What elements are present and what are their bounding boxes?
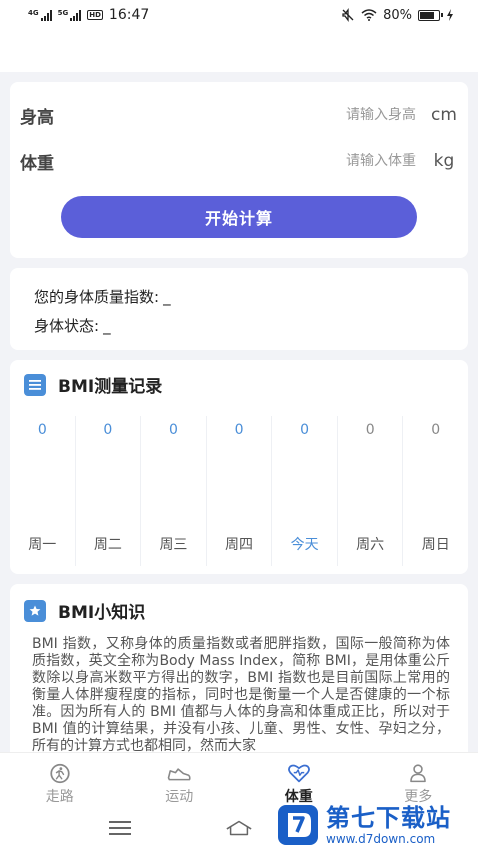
menu-nav-button[interactable] <box>106 816 134 840</box>
day-column: 0 周六 <box>338 416 404 566</box>
day-name: 周三 <box>159 537 188 553</box>
tab-sport[interactable]: 运动 <box>120 753 240 806</box>
person-icon <box>410 764 427 783</box>
record-header: BMI测量记录 <box>24 372 162 397</box>
list-icon <box>24 373 46 396</box>
status-left: 4G 5G HD 16:47 <box>28 7 149 23</box>
star-badge-icon <box>24 599 46 622</box>
day-column: 0 周二 <box>76 416 142 566</box>
result-card: 您的身体质量指数: _ 身体状态: _ <box>10 268 468 350</box>
knowledge-title: BMI小知识 <box>58 603 146 623</box>
mute-icon <box>342 8 354 22</box>
watermark-logo <box>278 805 318 845</box>
day-column: 0 周三 <box>141 416 207 566</box>
status-right: 80% <box>341 8 454 23</box>
bmi-result-line: 您的身体质量指数: _ <box>34 286 171 307</box>
watermark-site-name: 第七下载站 <box>326 804 451 832</box>
watermark: 第七下载站 www.d7down.com <box>278 800 474 850</box>
signal-icon: 5G <box>58 9 82 21</box>
day-column: 0 周日 <box>403 416 468 566</box>
day-value: 0 <box>37 422 47 438</box>
weight-label: 体重 <box>20 153 54 174</box>
bottom-tab-bar: 走路 运动 体重 更多 <box>0 752 478 806</box>
day-column: 0 周四 <box>207 416 273 566</box>
wifi-icon <box>361 9 377 21</box>
signal-icon: 4G <box>28 9 52 21</box>
watermark-text: 第七下载站 www.d7down.com <box>326 804 451 846</box>
sneaker-icon <box>167 768 191 781</box>
day-value: 0 <box>234 422 244 438</box>
day-value: 0 <box>103 422 113 438</box>
day-name: 周一 <box>28 537 57 553</box>
day-name: 周六 <box>356 537 385 553</box>
height-unit: cm <box>431 105 457 125</box>
day-value: 0 <box>300 422 310 438</box>
height-label: 身高 <box>20 107 54 128</box>
network-type-label: 4G <box>28 9 39 17</box>
bmi-value: _ <box>163 288 171 306</box>
walking-icon <box>50 763 70 784</box>
day-name: 周二 <box>93 537 122 553</box>
status-bar: 4G 5G HD 16:47 80% <box>0 0 478 30</box>
weight-unit: kg <box>433 151 455 171</box>
tab-label: 运动 <box>165 789 194 805</box>
knowledge-text: BMI 指数，又称身体的质量指数或者肥胖指数，国际一般简称为体质指数，英文全称为… <box>32 636 450 754</box>
knowledge-header: BMI小知识 <box>24 598 145 623</box>
hd-badge: HD <box>87 10 103 20</box>
calculate-button[interactable]: 开始计算 <box>61 196 417 238</box>
header-area <box>0 30 478 72</box>
menu-icon <box>109 821 131 835</box>
height-row: 身高 cm <box>20 100 460 130</box>
watermark-url: www.d7down.com <box>326 832 436 846</box>
bmi-knowledge-card: BMI小知识 BMI 指数，又称身体的质量指数或者肥胖指数，国际一般简称为体质指… <box>10 584 468 774</box>
weight-input[interactable] <box>100 153 428 169</box>
height-input[interactable] <box>100 107 428 123</box>
day-name-today: 今天 <box>290 537 319 553</box>
weight-row: 体重 kg <box>20 146 460 176</box>
battery-icon <box>418 9 443 21</box>
battery-percent: 80% <box>383 7 412 23</box>
bmi-label: 您的身体质量指数: <box>34 288 160 306</box>
battery-fill <box>420 11 434 19</box>
network-type-label: 5G <box>57 9 69 17</box>
tab-weight[interactable]: 体重 <box>239 753 359 806</box>
charging-icon <box>447 9 453 21</box>
day-column-today: 0 今天 <box>272 416 338 566</box>
day-value: 0 <box>365 422 375 438</box>
heart-icon <box>287 764 310 783</box>
day-value: 0 <box>168 422 178 438</box>
day-value: 0 <box>431 422 441 438</box>
body-status-value: _ <box>103 317 111 335</box>
tab-walk[interactable]: 走路 <box>0 753 120 806</box>
day-column: 0 周一 <box>10 416 76 566</box>
home-icon <box>226 820 252 836</box>
home-nav-button[interactable] <box>225 816 253 840</box>
tab-more[interactable]: 更多 <box>359 753 478 806</box>
tab-label: 走路 <box>45 789 74 805</box>
body-status-label: 身体状态: <box>34 317 100 335</box>
week-record: 0 周一 0 周二 0 周三 0 周四 0 今天 0 周六 0 周日 <box>10 416 468 566</box>
day-name: 周日 <box>421 537 450 553</box>
status-result-line: 身体状态: _ <box>34 315 111 336</box>
record-title: BMI测量记录 <box>58 377 163 397</box>
clock: 16:47 <box>108 7 150 23</box>
bmi-record-card: BMI测量记录 0 周一 0 周二 0 周三 0 周四 0 今天 0 周六 0 周日 <box>10 360 468 574</box>
day-name: 周四 <box>225 537 254 553</box>
